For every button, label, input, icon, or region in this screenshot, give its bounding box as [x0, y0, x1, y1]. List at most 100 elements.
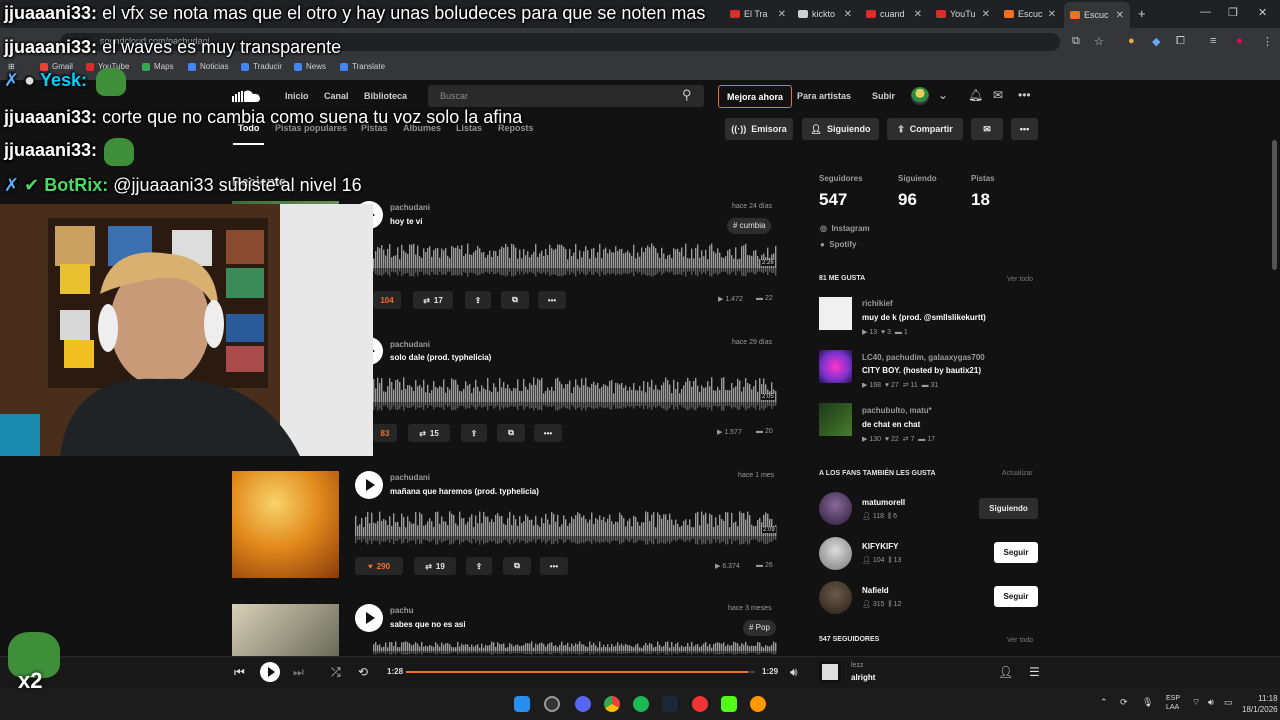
soundcloud-logo-icon[interactable] [232, 89, 264, 103]
chrome-icon[interactable] [604, 696, 620, 712]
track-user[interactable]: pachudani [390, 203, 430, 212]
now-playing-artwork[interactable] [819, 661, 841, 683]
spotify-icon[interactable] [633, 696, 649, 712]
like-button[interactable]: 104 [373, 291, 401, 309]
followers-header[interactable]: 547 SEGUIDORES [819, 636, 879, 643]
close-window-icon[interactable]: ✕ [1258, 6, 1267, 19]
track-user[interactable]: pachudani [390, 340, 430, 349]
tracks-count[interactable]: 18 [971, 190, 990, 210]
refresh-link[interactable]: Actualizar [1002, 470, 1033, 477]
track-tag[interactable]: # Pop [743, 620, 776, 636]
waveform[interactable] [373, 374, 777, 414]
liked-track-user[interactable]: pachubulto, matu* [862, 406, 932, 415]
wifi-icon[interactable]: ⌔ [1192, 697, 1200, 708]
more-button[interactable]: ••• [540, 557, 568, 575]
install-icon[interactable]: ⧉ [1072, 35, 1080, 48]
instagram-link[interactable]: ◎ Instagram [820, 224, 870, 233]
extension-icon[interactable]: ◆ [1152, 35, 1160, 48]
battery-icon[interactable]: ▭ [1224, 697, 1233, 708]
avatar[interactable] [819, 492, 852, 525]
followers-label[interactable]: Seguidores [819, 174, 863, 183]
track-user[interactable]: pachudani [390, 473, 430, 482]
progress-bar[interactable] [406, 671, 755, 673]
follow-button[interactable]: Seguir [994, 542, 1038, 563]
spotify-link[interactable]: ● Spotify [820, 240, 856, 249]
steam-icon[interactable] [662, 696, 678, 712]
more-button[interactable]: ••• [534, 424, 562, 442]
upgrade-button[interactable]: Mejora ahora [718, 85, 792, 108]
track-artwork[interactable] [232, 471, 339, 578]
track-title[interactable]: sabes que no es asi [390, 620, 466, 629]
shuffle-icon[interactable]: ⤮ [331, 665, 341, 680]
browser-tab[interactable]: cuand ✕ [860, 4, 928, 24]
liked-track-user[interactable]: LC40, pachudim, galaaxygas700 [862, 353, 985, 362]
profile-avatar[interactable]: ● [1236, 35, 1243, 47]
new-tab-button[interactable]: + [1138, 6, 1146, 21]
clock[interactable]: 11:18 18/1/2026 [1242, 693, 1278, 715]
like-button[interactable]: 83 [373, 424, 397, 442]
fan-name[interactable]: Nafield [862, 586, 889, 595]
browser-tab[interactable]: kickto ✕ [792, 4, 858, 24]
close-tab-icon[interactable]: ✕ [1048, 9, 1056, 20]
discord-icon[interactable] [575, 696, 591, 712]
now-playing-title[interactable]: alright [851, 673, 875, 682]
close-tab-icon[interactable]: ✕ [982, 9, 990, 20]
waveform[interactable] [373, 240, 777, 280]
liked-track-title[interactable]: CITY BOY. (hosted by bautix21) [862, 366, 981, 375]
menu-kebab-icon[interactable]: ⋮ [1262, 35, 1273, 48]
liked-track-title[interactable]: muy de k (prod. @smllslikekurtt) [862, 313, 986, 322]
search-icon[interactable]: ⚲ [682, 87, 692, 103]
copy-link-button[interactable]: ⧉ [503, 557, 531, 575]
now-playing-user[interactable]: lezz [851, 662, 863, 669]
like-button[interactable]: ♥ 290 [355, 557, 403, 575]
next-icon[interactable]: ⏭︎ [293, 665, 304, 680]
minimize-icon[interactable]: — [1200, 6, 1211, 18]
copy-link-button[interactable]: ⧉ [497, 424, 525, 442]
bookmark-traducir[interactable]: Traducir [241, 62, 282, 71]
bookmark-news[interactable]: News [294, 62, 326, 71]
repost-button[interactable]: ⇄ 17 [413, 291, 453, 309]
bookmark-translate[interactable]: Translate [340, 62, 385, 71]
app-icon[interactable] [750, 696, 766, 712]
chevron-up-icon[interactable]: ⌃ [1100, 697, 1108, 708]
copy-link-button[interactable]: ⧉ [501, 291, 529, 309]
restore-icon[interactable]: ❐ [1228, 6, 1238, 19]
bookmark-star-icon[interactable]: ☆ [1094, 35, 1104, 48]
view-all-likes-link[interactable]: Ver todo [1007, 276, 1033, 283]
close-tab-icon[interactable]: ✕ [914, 9, 922, 20]
volume-icon[interactable]: 🔊︎ [790, 665, 798, 680]
close-tab-icon[interactable]: ✕ [844, 9, 852, 20]
microphone-icon[interactable]: 🎙︎ [1142, 697, 1153, 708]
tab-search-icon[interactable]: ≡ [1210, 35, 1216, 47]
following-button[interactable]: 👤︎ Siguiendo [802, 118, 879, 140]
share-button[interactable]: ⇪ [466, 557, 492, 575]
more-button[interactable]: ••• [538, 291, 566, 309]
followers-count[interactable]: 547 [819, 190, 847, 210]
extension-icon[interactable]: ● [1128, 35, 1135, 47]
chevron-down-icon[interactable]: ⌄ [938, 88, 948, 102]
repeat-icon[interactable]: ⟲ [358, 665, 368, 679]
liked-track-user[interactable]: richikief [862, 299, 893, 308]
browser-tab[interactable]: YouTu ✕ [930, 4, 996, 24]
fan-name[interactable]: KIFYKIFY [862, 542, 898, 551]
fans-header[interactable]: A LOS FANS TAMBIÉN LES GUSTA [819, 470, 936, 477]
following-label[interactable]: Siguiendo [898, 174, 937, 183]
view-all-followers-link[interactable]: Ver todo [1007, 637, 1033, 644]
following-count[interactable]: 96 [898, 190, 917, 210]
waveform[interactable] [373, 640, 777, 656]
avatar[interactable] [819, 537, 852, 570]
waveform[interactable] [355, 508, 777, 548]
share-button[interactable]: ⇪ Compartir [887, 118, 963, 140]
follow-artist-icon[interactable]: 👤︎ [998, 665, 1013, 679]
follow-button[interactable]: Seguir [994, 586, 1038, 607]
likes-header[interactable]: 81 ME GUSTA [819, 275, 865, 282]
previous-icon[interactable]: ⏮︎ [234, 665, 245, 680]
windows-start-icon[interactable] [514, 696, 530, 712]
track-title[interactable]: solo dale (prod. typhelicia) [390, 353, 491, 362]
close-tab-icon[interactable]: ✕ [778, 9, 786, 20]
play-button[interactable] [355, 604, 383, 632]
volume-icon[interactable]: 🔊︎ [1208, 697, 1214, 708]
language-indicator[interactable]: ESP LAA [1166, 694, 1180, 712]
tracks-label[interactable]: Pistas [971, 174, 995, 183]
page-scrollbar[interactable] [1272, 140, 1277, 270]
